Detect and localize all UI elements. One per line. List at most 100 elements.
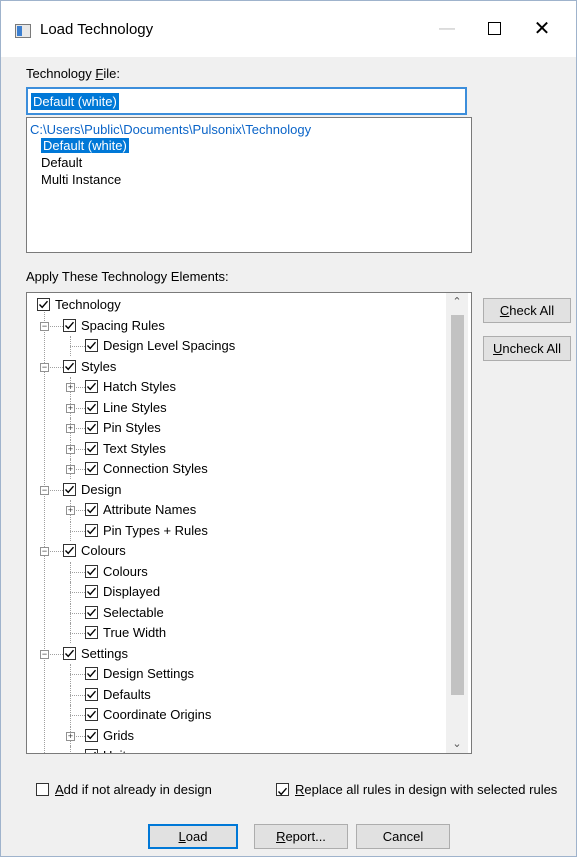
technology-file-list[interactable]: C:\Users\Public\Documents\Pulsonix\Techn… [26,117,472,253]
tree-node[interactable]: − Colours [27,541,447,561]
tree-node[interactable]: Selectable [27,602,447,623]
tree-node-checkbox[interactable] [63,318,76,332]
expand-icon[interactable]: + [66,731,75,741]
collapse-icon[interactable]: − [40,649,49,659]
collapse-icon[interactable]: − [40,321,49,331]
expand-icon[interactable]: + [66,444,75,454]
tree-node-label: Design [81,481,122,497]
tree-node[interactable]: − Styles [27,357,447,377]
add-if-missing-box[interactable] [36,783,49,796]
scroll-up-icon[interactable]: ⌃ [446,293,468,311]
maximize-button[interactable] [471,11,517,47]
tree-node-checkbox[interactable] [85,462,98,475]
tree-guide-line [70,684,71,705]
tree-guide-line [70,602,71,623]
window-title: Load Technology [40,21,154,38]
tree-node[interactable]: Technology [27,295,447,315]
tree-node-checkbox[interactable] [63,544,76,557]
tree-connector [70,571,85,573]
tree-node-checkbox[interactable] [85,626,98,639]
tree-node[interactable]: Pin Types + Rules [27,520,447,541]
maximize-icon [487,22,501,36]
tree-node[interactable]: + Connection Styles [27,459,447,479]
replace-rules-box[interactable] [276,783,289,796]
tree-node-label: Settings [81,645,128,661]
tree-node[interactable]: Colours [27,561,447,582]
tree-node[interactable]: True Width [27,623,447,643]
file-list-item[interactable]: Multi Instance [41,172,121,187]
file-list-item[interactable]: Default (white) [41,138,129,153]
tree-node-label: Technology [55,297,121,312]
collapse-icon[interactable]: − [40,362,49,372]
tree-node[interactable]: + Attribute Names [27,500,447,520]
tree-node-checkbox[interactable] [85,380,98,393]
check-all-button[interactable]: Check All [483,298,571,323]
collapse-icon[interactable]: − [40,485,49,495]
tree-node-checkbox[interactable] [85,441,98,455]
file-list-item[interactable]: Default [41,155,82,170]
report-button[interactable]: Report... [254,824,348,849]
tree-node-checkbox[interactable] [85,605,98,619]
tree-node[interactable]: Units [27,746,447,753]
cancel-button[interactable]: Cancel [356,824,450,849]
tree-node[interactable]: Design Settings [27,664,447,684]
tree-node-label: Displayed [103,584,161,599]
tree-node-checkbox[interactable] [85,339,98,352]
tree-node-checkbox[interactable] [63,359,76,373]
tree-node-checkbox[interactable] [85,585,98,598]
tree-node-checkbox[interactable] [85,564,98,578]
tree-node-checkbox[interactable] [85,749,98,753]
tree-node-checkbox[interactable] [63,646,76,660]
tree-node-checkbox[interactable] [85,523,98,537]
tree-node-label: Spacing Rules [81,317,165,333]
tree-node[interactable]: + Text Styles [27,438,447,459]
tree-node[interactable]: + Line Styles [27,397,447,418]
tree-node-checkbox[interactable] [85,421,98,434]
checkmark-icon [277,787,288,796]
tree-node[interactable]: + Pin Styles [27,418,447,438]
close-button[interactable]: ✕ [519,11,565,47]
tree-node-checkbox[interactable] [85,687,98,701]
tree-node[interactable]: Defaults [27,684,447,705]
tree-node-label: Defaults [103,686,151,702]
uncheck-all-accel: U [493,341,503,356]
scroll-down-icon[interactable]: ⌄ [446,735,468,753]
tree-node-checkbox[interactable] [85,728,98,742]
tree-node-checkbox[interactable] [85,503,98,516]
tree-node-label: Colours [81,543,126,558]
tree-node-checkbox[interactable] [85,708,98,721]
expand-icon[interactable]: + [66,506,75,515]
tree-node[interactable]: Coordinate Origins [27,705,447,725]
tree-node-checkbox[interactable] [85,400,98,414]
tree-node[interactable]: + Grids [27,725,447,746]
expand-icon[interactable]: + [66,465,75,474]
tree-node-label: True Width [103,625,167,640]
tree-node-label: Connection Styles [103,461,208,476]
tree-node[interactable]: − Spacing Rules [27,316,447,336]
tree-node-label: Hatch Styles [103,379,176,394]
tree-node-checkbox[interactable] [63,482,76,496]
tree-node[interactable]: − Design [27,480,447,500]
technology-elements-tree[interactable]: Technology − Spacing Rules Design Level Spa… [26,292,472,754]
minimize-button[interactable]: — [424,11,470,47]
expand-icon[interactable]: + [66,424,75,433]
load-button[interactable]: Load [148,824,238,849]
tree-node-checkbox[interactable] [85,667,98,680]
tree-node[interactable]: Displayed [27,582,447,602]
tree-node[interactable]: Design Level Spacings [27,336,447,356]
technology-file-input[interactable]: Default (white) [26,87,467,115]
uncheck-all-button[interactable]: Uncheck All [483,336,571,361]
tree-node[interactable]: − Settings [27,644,447,664]
tree-node-label: Units [103,746,133,753]
replace-rules-text: eplace all rules in design with selected… [304,782,558,797]
technology-file-input-value: Default (white) [31,93,119,110]
expand-icon[interactable]: + [66,383,75,392]
tree-node-label: Selectable [103,604,164,620]
load-accel: L [178,829,186,844]
scroll-thumb[interactable] [451,315,464,695]
tree-scrollbar[interactable]: ⌃ ⌄ [446,293,468,753]
tree-node[interactable]: + Hatch Styles [27,377,447,397]
collapse-icon[interactable]: − [40,547,49,556]
expand-icon[interactable]: + [66,403,75,413]
tree-node-checkbox[interactable] [37,298,50,311]
